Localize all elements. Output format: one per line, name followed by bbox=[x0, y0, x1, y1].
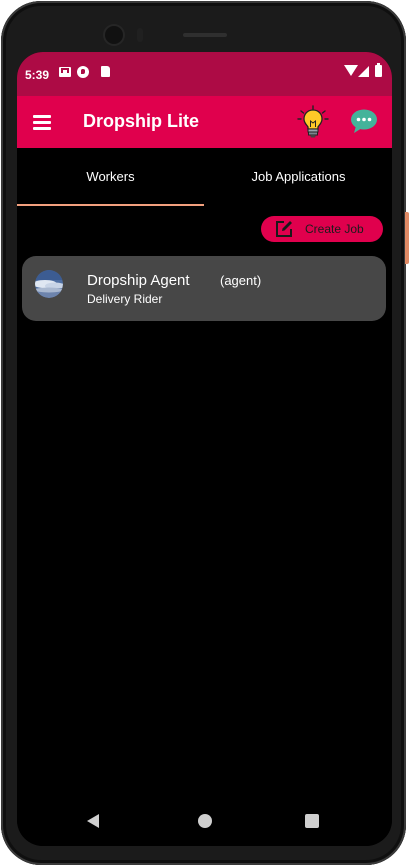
create-job-button[interactable]: Create Job bbox=[261, 216, 383, 242]
tab-indicator bbox=[17, 204, 204, 206]
tab-job-applications[interactable]: Job Applications bbox=[205, 148, 392, 206]
home-icon[interactable] bbox=[198, 814, 212, 828]
chat-icon[interactable] bbox=[350, 108, 378, 134]
screen: 5:39 Dropship Lite Workers Job Applicati… bbox=[17, 52, 392, 846]
earpiece bbox=[183, 33, 227, 37]
signal-icon bbox=[358, 66, 369, 77]
app-title: Dropship Lite bbox=[83, 111, 199, 131]
sd-card-icon bbox=[101, 66, 110, 77]
menu-icon[interactable] bbox=[33, 115, 51, 130]
tab-bar: Workers Job Applications bbox=[17, 148, 392, 206]
worker-name: Dropship Agent bbox=[87, 272, 190, 289]
status-bar: 5:39 bbox=[17, 52, 392, 96]
recents-icon[interactable] bbox=[305, 814, 319, 828]
front-camera bbox=[105, 26, 123, 44]
wifi-icon bbox=[344, 65, 358, 76]
status-time: 5:39 bbox=[25, 68, 50, 82]
tab-workers[interactable]: Workers bbox=[17, 148, 204, 206]
proximity-sensor bbox=[137, 28, 143, 42]
side-button bbox=[405, 212, 409, 264]
parking-icon bbox=[77, 66, 89, 78]
worker-role: (agent) bbox=[220, 273, 262, 288]
avatar bbox=[35, 270, 63, 298]
edit-icon bbox=[276, 221, 292, 237]
create-job-label: Create Job bbox=[305, 222, 364, 236]
navigation-bar bbox=[17, 792, 392, 846]
back-icon[interactable] bbox=[87, 814, 99, 828]
app-bar: Dropship Lite bbox=[17, 96, 392, 148]
worker-card[interactable]: Dropship Agent (agent) Delivery Rider bbox=[22, 256, 386, 321]
gmail-icon bbox=[59, 67, 71, 77]
worker-job-title: Delivery Rider bbox=[87, 292, 163, 306]
lightbulb-icon[interactable] bbox=[297, 105, 329, 139]
battery-icon bbox=[375, 63, 382, 77]
